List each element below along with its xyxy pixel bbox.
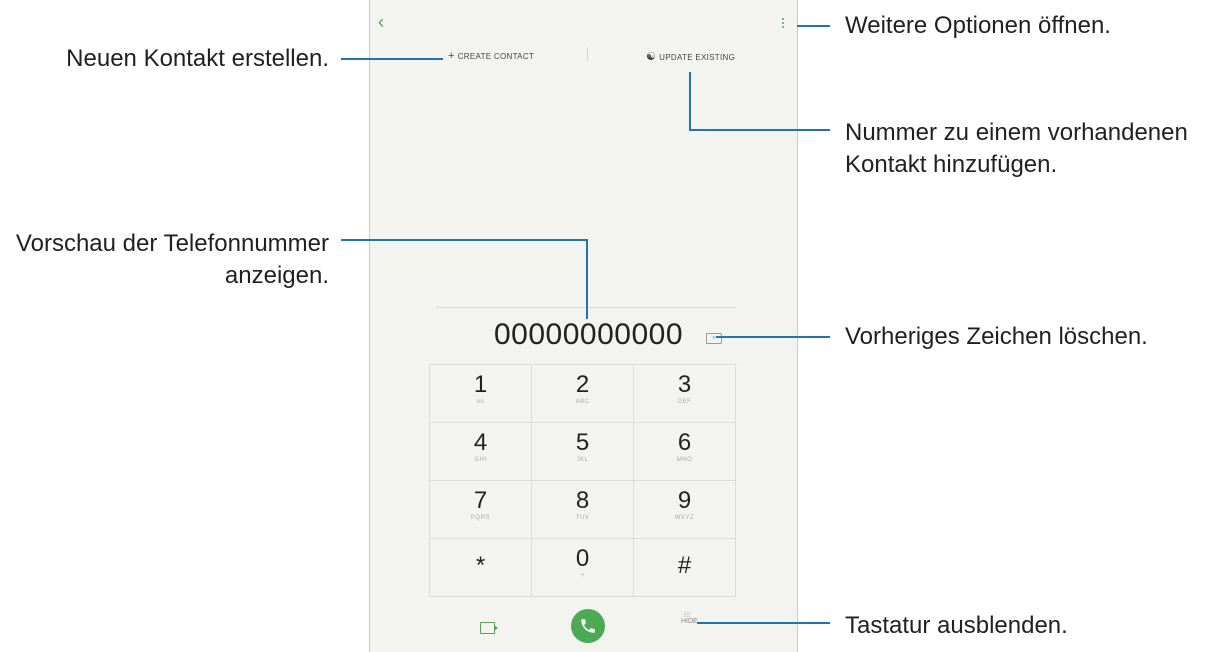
backspace-icon[interactable]: × <box>706 333 722 344</box>
annotation-more-options: Weitere Optionen öffnen. <box>845 12 1111 39</box>
key-hash[interactable]: # <box>634 539 736 597</box>
leader-create-contact <box>341 58 443 60</box>
key-6[interactable]: 6 MNO <box>634 423 736 481</box>
key-1[interactable]: 1 oo <box>430 365 532 423</box>
key-7[interactable]: 7 PQRS <box>430 481 532 539</box>
annotation-hide-keypad: Tastatur ausblenden. <box>845 612 1068 639</box>
back-icon[interactable]: ‹ <box>378 12 384 33</box>
key-9[interactable]: 9 WXYZ <box>634 481 736 539</box>
leader-more-options <box>797 25 830 27</box>
video-call-icon[interactable] <box>480 622 498 634</box>
key-3[interactable]: 3 DEF <box>634 365 736 423</box>
leader-add-existing-horizontal <box>689 129 830 131</box>
keypad: 1 oo 2 ABC 3 DEF 4 GHI 5 JKL 6 MNO 7 PQRS 8 TUV … <box>429 364 737 597</box>
annotation-add-existing-line1: Nummer zu einem vorhandenen <box>845 119 1188 146</box>
key-5[interactable]: 5 JKL <box>532 423 634 481</box>
phone-number-display: 00000000000 <box>494 318 684 351</box>
more-options-icon[interactable] <box>782 18 784 28</box>
phone-icon <box>581 619 595 633</box>
plus-icon: + <box>448 50 455 62</box>
annotation-preview-line2: anzeigen. <box>224 262 329 289</box>
dialer-screen: ‹ + CREATE CONTACT ☯ UPDATE EXISTING 00000… <box>369 0 798 652</box>
update-existing-button[interactable]: ☯ UPDATE EXISTING <box>646 50 735 63</box>
annotation-preview-line1: Vorschau der Telefonnummer <box>15 230 329 257</box>
call-button[interactable] <box>571 609 605 643</box>
annotation-delete-char: Vorheriges Zeichen löschen. <box>845 323 1148 350</box>
annotation-create-contact: Neuen Kontakt erstellen. <box>66 45 329 72</box>
leader-delete-char <box>716 336 830 338</box>
toolbar-separator <box>587 47 588 61</box>
hide-keypad-icon[interactable]: ⁝⁝⁝ HIDE <box>681 612 698 625</box>
key-2[interactable]: 2 ABC <box>532 365 634 423</box>
create-contact-button[interactable]: + CREATE CONTACT <box>448 50 534 62</box>
key-star[interactable]: * <box>430 539 532 597</box>
leader-preview-vertical <box>586 239 588 319</box>
voicemail-icon: oo <box>476 399 485 405</box>
key-0[interactable]: 0 + <box>532 539 634 597</box>
key-8[interactable]: 8 TUV <box>532 481 634 539</box>
key-4[interactable]: 4 GHI <box>430 423 532 481</box>
person-icon: ☯ <box>646 51 657 63</box>
leader-preview-horizontal <box>341 239 587 241</box>
leader-add-existing-vertical <box>689 72 691 131</box>
leader-hide-keypad <box>697 622 830 624</box>
annotation-add-existing-line2: Kontakt hinzufügen. <box>845 151 1058 178</box>
